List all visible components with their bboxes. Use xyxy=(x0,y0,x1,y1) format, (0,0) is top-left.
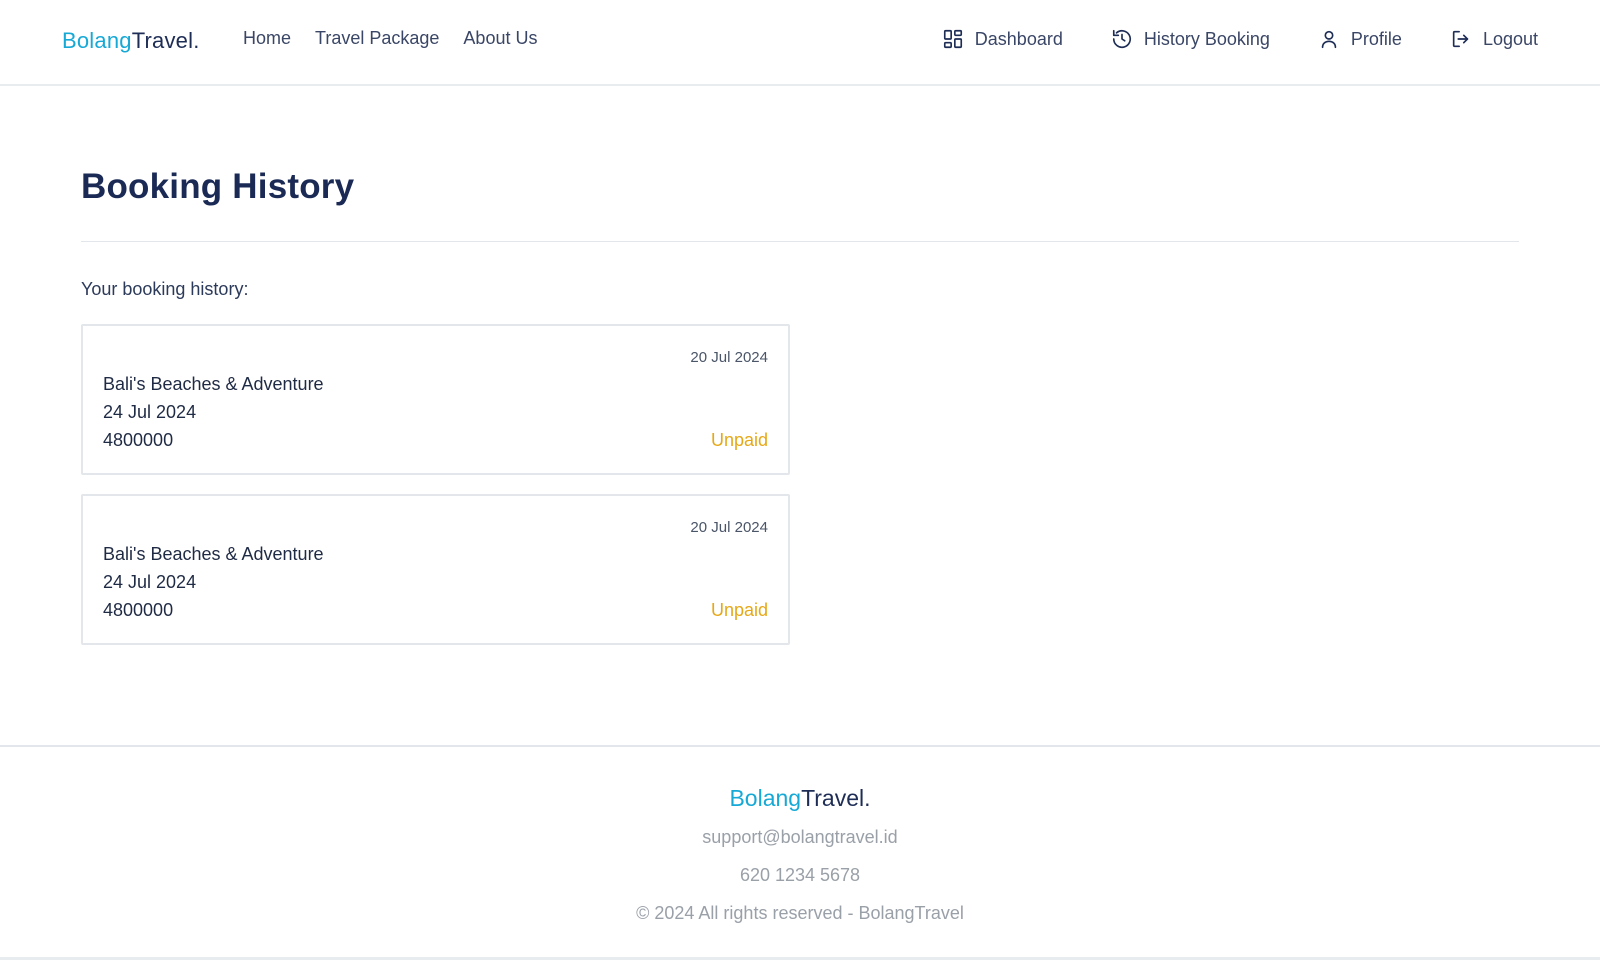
logout-icon xyxy=(1450,28,1472,50)
history-icon xyxy=(1111,28,1133,50)
brand-logo-part2: Travel. xyxy=(131,28,200,53)
booking-card[interactable]: 20 Jul 2024 Bali's Beaches & Adventure 2… xyxy=(81,494,790,645)
brand-logo-part1: Bolang xyxy=(62,28,132,53)
page-subtitle: Your booking history: xyxy=(81,279,249,299)
page-title: Booking History xyxy=(81,167,355,206)
booking-trip-date: 24 Jul 2024 xyxy=(103,572,197,592)
booking-trip-date: 24 Jul 2024 xyxy=(103,402,197,422)
booking-price: 4800000 xyxy=(103,430,174,450)
dashboard-grid-icon xyxy=(942,28,964,50)
booking-status-badge: Unpaid xyxy=(710,430,768,450)
booking-created-date: 20 Jul 2024 xyxy=(690,519,768,536)
nav-link-about-us[interactable]: About Us xyxy=(463,28,537,49)
primary-nav: Home Travel Package About Us xyxy=(243,28,537,49)
page-footer: BolangTravel. support@bolangtravel.id 62… xyxy=(0,745,1600,960)
booking-created-date: 20 Jul 2024 xyxy=(690,349,768,366)
booking-card[interactable]: 20 Jul 2024 Bali's Beaches & Adventure 2… xyxy=(81,324,790,475)
booking-package-name: Bali's Beaches & Adventure xyxy=(103,374,324,394)
nav-item-history-booking[interactable]: History Booking xyxy=(1111,28,1270,50)
nav-link-home[interactable]: Home xyxy=(243,28,291,49)
nav-item-profile[interactable]: Profile xyxy=(1318,28,1402,50)
footer-phone: 620 1234 5678 xyxy=(739,865,861,885)
nav-item-dashboard[interactable]: Dashboard xyxy=(942,28,1063,50)
nav-item-history-booking-label: History Booking xyxy=(1143,28,1270,49)
footer-brand-part2: Travel. xyxy=(801,785,871,811)
nav-link-travel-package[interactable]: Travel Package xyxy=(315,28,439,49)
booking-price: 4800000 xyxy=(103,600,174,620)
title-divider xyxy=(81,241,1519,242)
footer-copyright: © 2024 All rights reserved - BolangTrave… xyxy=(636,903,964,923)
footer-brand-logo: BolangTravel. xyxy=(0,785,1600,812)
user-icon xyxy=(1318,28,1340,50)
footer-email[interactable]: support@bolangtravel.id xyxy=(0,827,1600,848)
booking-status-badge: Unpaid xyxy=(710,600,768,620)
nav-item-logout[interactable]: Logout xyxy=(1450,28,1538,50)
booking-package-name: Bali's Beaches & Adventure xyxy=(103,544,324,564)
nav-item-dashboard-label: Dashboard xyxy=(974,28,1063,49)
brand-logo[interactable]: BolangTravel. xyxy=(62,28,200,54)
footer-brand-part1: Bolang xyxy=(729,785,802,811)
nav-item-profile-label: Profile xyxy=(1350,28,1402,49)
top-navbar: BolangTravel. Home Travel Package About … xyxy=(0,0,1600,86)
nav-item-logout-label: Logout xyxy=(1482,28,1538,49)
user-nav: Dashboard History Booking Profile Logout xyxy=(942,28,1538,50)
